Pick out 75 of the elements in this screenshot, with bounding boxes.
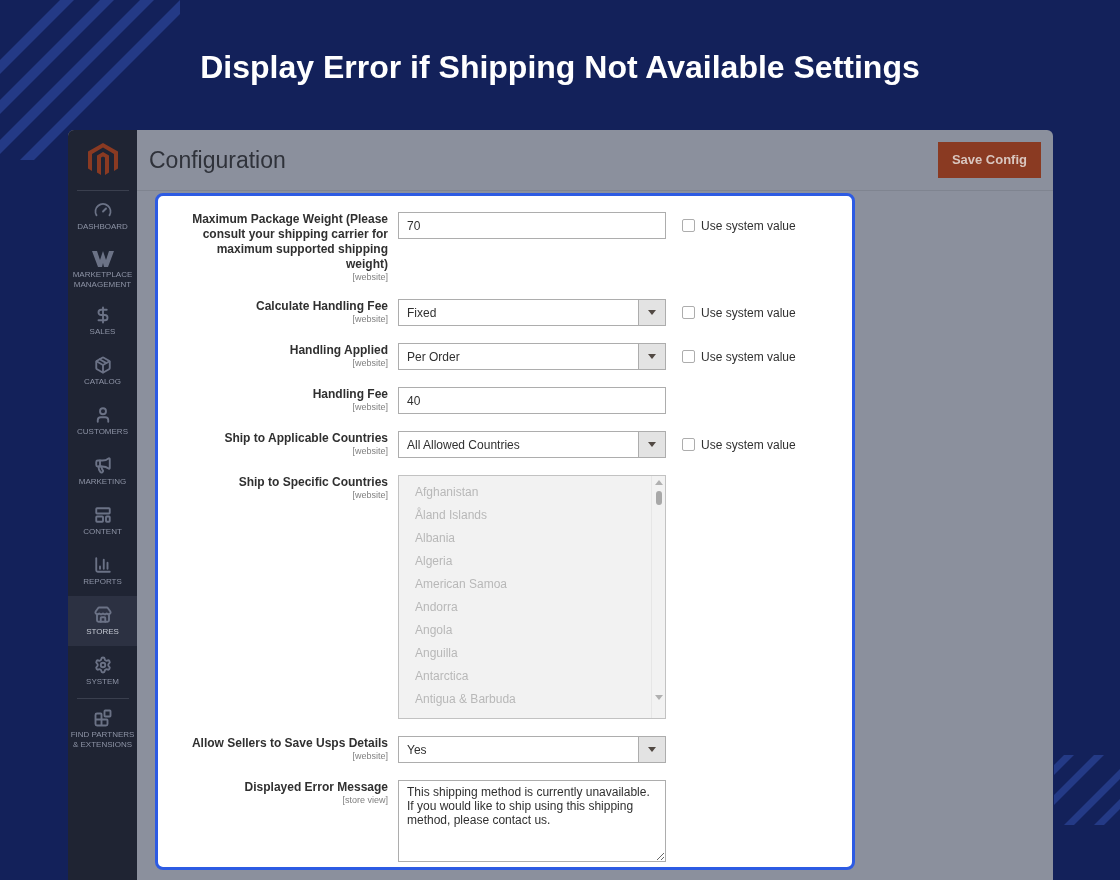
field-label: Allow Sellers to Save Usps Details [191, 736, 388, 751]
field-label: Calculate Handling Fee [255, 299, 388, 314]
checkbox-label: Use system value [701, 436, 796, 454]
sidebar-label: CUSTOMERS [76, 427, 129, 437]
banner-title: Display Error if Shipping Not Available Settings [200, 48, 920, 86]
megaphone-icon [93, 456, 112, 474]
caret-icon [648, 747, 656, 752]
field-label: Handling Fee [312, 387, 388, 402]
save-config-button[interactable]: Save Config [937, 142, 1041, 178]
stripes-drawing [1054, 755, 1120, 825]
field-label: Maximum Package Weight (Please consult your shipping carrier for maximum supported shipping weight) [191, 212, 388, 272]
sidebar-item[interactable]: MARKETPLACE MANAGEMENT [68, 241, 137, 296]
checkbox-label: Use system value [701, 217, 796, 235]
layout-icon [93, 506, 112, 524]
field-label: Ship to Specific Countries [238, 475, 388, 490]
input-field[interactable]: 70 [398, 212, 666, 239]
scope-label: [store view] [342, 795, 388, 805]
sidebar-item[interactable]: CONTENT [68, 496, 137, 546]
sidebar-label: STORES [85, 627, 120, 637]
field-label: Displayed Error Message [244, 780, 388, 795]
select-value: Per Order [406, 348, 461, 366]
checkbox[interactable] [682, 438, 695, 451]
sidebar-item[interactable]: REPORTS [68, 546, 137, 596]
select-field[interactable]: All Allowed Countries [398, 431, 666, 458]
gauge-icon [93, 201, 112, 219]
sidebar-item[interactable]: SALES [68, 296, 137, 346]
checkbox[interactable] [682, 219, 695, 232]
box-icon [93, 356, 112, 374]
sidebar-label: MARKETPLACE MANAGEMENT [71, 270, 134, 290]
caret-icon [648, 354, 656, 359]
scope-label: [website] [352, 490, 388, 500]
sidebar-item[interactable]: STORES [68, 596, 137, 646]
select-value: All Allowed Countries [406, 436, 521, 454]
field-label: Handling Applied [289, 343, 388, 358]
scope-label: [website] [352, 751, 388, 761]
checkbox-label: Use system value [701, 348, 796, 366]
select-field[interactable]: Fixed [398, 299, 666, 326]
scope-label: [website] [352, 358, 388, 368]
field-label: Ship to Applicable Countries [224, 431, 388, 446]
message-textarea[interactable]: This shipping method is currently unavailable. If you would like to ship using this shipping method, please contact us. [398, 780, 666, 862]
sidebar-label: MARKETING [77, 477, 128, 487]
sidebar-item[interactable]: FIND PARTNERS & EXTENSIONS [68, 699, 137, 756]
checkbox-label: Use system value [701, 304, 796, 322]
sidebar-item[interactable]: DASHBOARD [68, 191, 137, 241]
sidebar-label: SALES [88, 327, 117, 337]
checkbox[interactable] [682, 350, 695, 363]
bar-chart-icon [93, 556, 112, 574]
select-value: Fixed [406, 304, 438, 322]
input-field[interactable]: 40 [398, 387, 666, 414]
select-value: Yes [406, 741, 428, 759]
sidebar-label: DASHBOARD [76, 222, 129, 232]
sidebar-label: FIND PARTNERS & EXTENSIONS [69, 730, 136, 750]
settings-icon [93, 656, 112, 674]
select-field[interactable]: Per Order [398, 343, 666, 370]
sidebar-item[interactable]: MARKETING [68, 446, 137, 496]
sidebar-item[interactable]: CATALOG [68, 346, 137, 396]
logo-icon [87, 143, 118, 177]
sidebar-label: REPORTS [82, 577, 123, 587]
sidebar-label: CATALOG [82, 377, 122, 387]
scope-label: [website] [352, 446, 388, 456]
page-title: Configuration [149, 145, 286, 175]
store-icon [93, 606, 112, 624]
caret-icon [648, 310, 656, 315]
sidebar-label: SYSTEM [85, 677, 120, 687]
blocks-icon [93, 709, 112, 727]
sidebar-label: CONTENT [82, 527, 123, 537]
select-field[interactable]: Yes [398, 736, 666, 763]
caret-icon [648, 442, 656, 447]
w-logo-icon [91, 251, 114, 267]
scope-label: [website] [352, 272, 388, 282]
sidebar-item[interactable]: SYSTEM [68, 646, 137, 696]
scope-label: [website] [352, 314, 388, 324]
checkbox[interactable] [682, 306, 695, 319]
sidebar-item[interactable]: CUSTOMERS [68, 396, 137, 446]
scope-label: [website] [352, 402, 388, 412]
